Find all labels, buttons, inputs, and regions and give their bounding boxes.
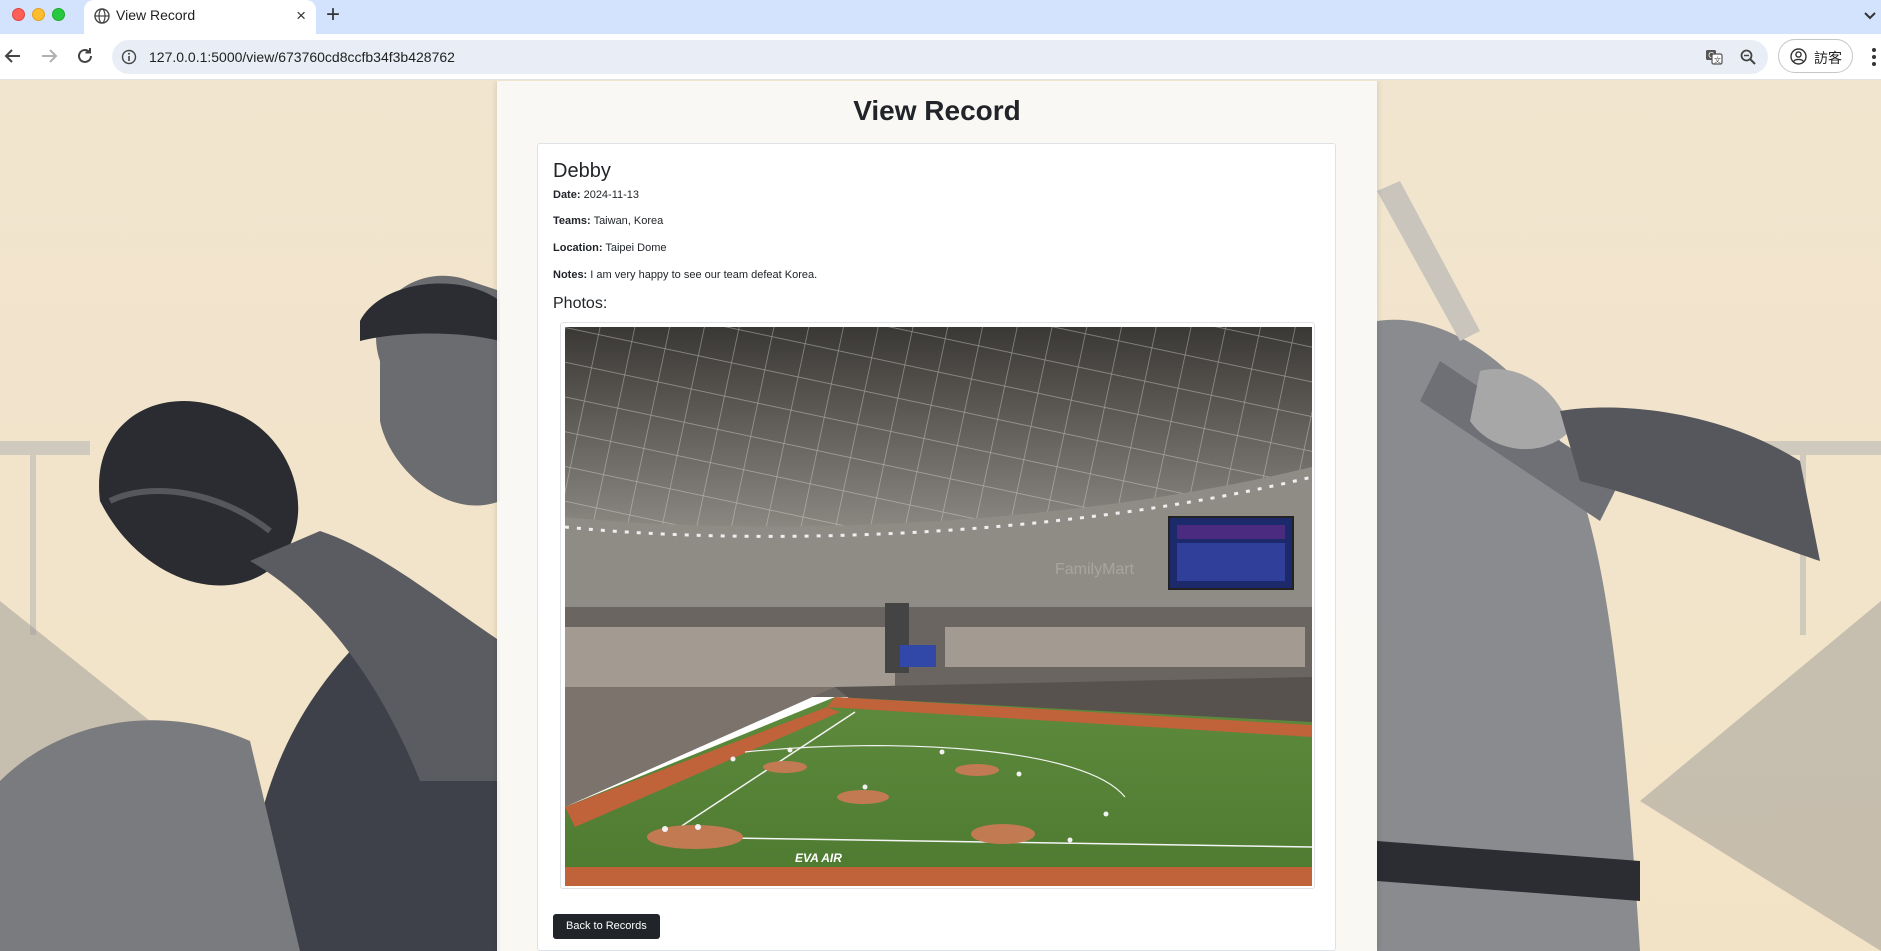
photo-thumbnail[interactable]: FamilyMart EVA AIR <box>560 322 1315 889</box>
svg-text:文: 文 <box>1714 56 1721 65</box>
translate-icon[interactable]: G 文 <box>1705 48 1723 66</box>
close-tab-button[interactable]: × <box>296 6 306 26</box>
browser-tab[interactable]: View Record × <box>84 0 316 34</box>
url-text[interactable]: 127.0.0.1:5000/view/673760cd8ccfb34f3b42… <box>149 49 455 65</box>
stadium-photo: FamilyMart EVA AIR <box>565 327 1312 886</box>
browser-toolbar: 127.0.0.1:5000/view/673760cd8ccfb34f3b42… <box>0 34 1881 80</box>
profile-button[interactable]: 訪客 <box>1778 39 1853 73</box>
back-arrow-icon[interactable] <box>2 45 24 67</box>
profile-label: 訪客 <box>1814 50 1842 66</box>
back-to-records-button[interactable]: Back to Records <box>553 914 660 939</box>
notes-label: Notes: <box>553 269 588 281</box>
teams-value: Taiwan, Korea <box>593 215 664 227</box>
zoom-icon[interactable] <box>1739 48 1757 66</box>
record-teams: Teams: Taiwan, Korea <box>553 215 663 227</box>
notes-value: I am very happy to see our team defeat K… <box>590 269 818 281</box>
forward-arrow-icon[interactable] <box>38 45 60 67</box>
teams-label: Teams: <box>553 215 591 227</box>
location-label: Location: <box>553 242 603 254</box>
photos-heading: Photos: <box>553 295 608 312</box>
new-tab-button[interactable]: + <box>326 3 340 27</box>
tab-title: View Record <box>116 7 196 23</box>
record-location: Location: Taipei Dome <box>553 242 667 254</box>
maximize-window-button[interactable] <box>52 8 65 21</box>
eva-air-field-logo: EVA AIR <box>795 851 842 865</box>
page-title: View Record <box>853 95 1021 126</box>
close-window-button[interactable] <box>12 8 25 21</box>
location-value: Taipei Dome <box>605 242 667 254</box>
page-viewport: View Record Debby Date: 2024-11-13 Teams… <box>0 81 1881 951</box>
tab-strip: View Record × + <box>0 0 1881 34</box>
date-label: Date: <box>553 189 581 201</box>
record-name: Debby <box>553 160 611 182</box>
date-value: 2024-11-13 <box>583 189 640 201</box>
record-notes: Notes: I am very happy to see our team d… <box>553 269 817 281</box>
familymart-sign: FamilyMart <box>1055 561 1135 578</box>
record-card: Debby Date: 2024-11-13 Teams: Taiwan, Ko… <box>537 143 1336 951</box>
chevron-down-icon[interactable] <box>1863 8 1877 22</box>
globe-icon <box>94 8 110 24</box>
profile-icon <box>1790 48 1807 65</box>
reload-icon[interactable] <box>74 45 96 67</box>
content-panel: View Record Debby Date: 2024-11-13 Teams… <box>497 81 1377 951</box>
kebab-menu-icon[interactable] <box>1871 47 1877 67</box>
record-date: Date: 2024-11-13 <box>553 189 639 201</box>
minimize-window-button[interactable] <box>32 8 45 21</box>
info-icon[interactable] <box>121 49 137 65</box>
address-bar[interactable]: 127.0.0.1:5000/view/673760cd8ccfb34f3b42… <box>112 40 1768 74</box>
